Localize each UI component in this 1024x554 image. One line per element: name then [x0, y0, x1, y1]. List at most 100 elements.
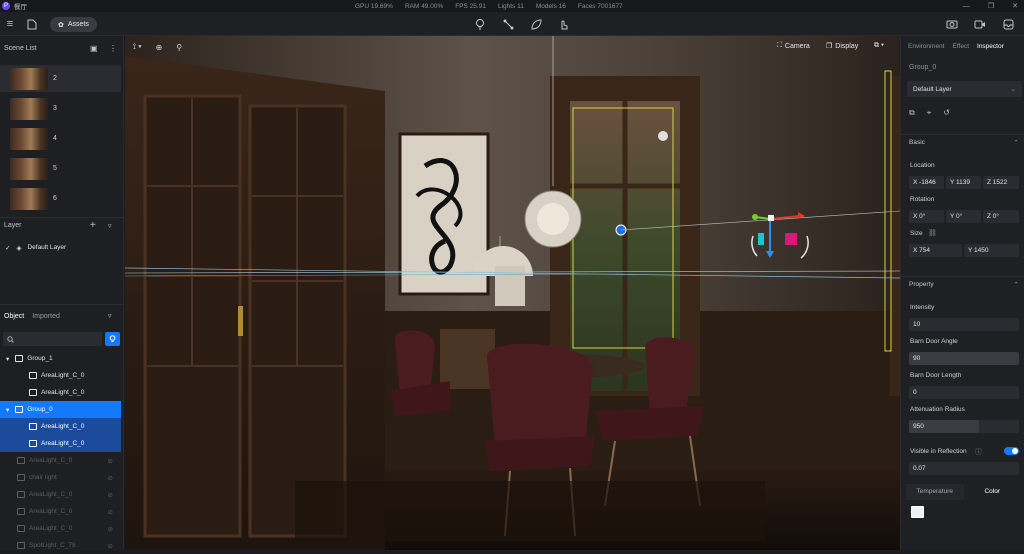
attenuation-value: 950 [913, 423, 924, 430]
reset-icon[interactable]: ↺ [943, 108, 950, 118]
tree-row[interactable]: AreaLight_C_0 ⊘ [0, 486, 121, 503]
copy-icon[interactable]: ⧉ [909, 108, 915, 118]
scene-item[interactable]: 2 [0, 65, 121, 92]
pointer-icon[interactable] [556, 16, 572, 32]
tab-environment[interactable]: Environment [908, 43, 945, 50]
tree-row[interactable]: AreaLight_C_0 ⊘ [0, 503, 121, 520]
menu-icon[interactable]: ≡ [2, 16, 18, 32]
tree-row[interactable]: AreaLight_C_0 [0, 418, 121, 435]
layer-select[interactable]: Default Layer ⌄ [907, 81, 1022, 97]
assets-button[interactable]: ✿ Assets [50, 17, 97, 32]
scene-item[interactable]: 5 [0, 155, 121, 182]
performance-stats: GPU 19.69% RAM 49.00% FPS 25.91 Lights 1… [355, 0, 623, 12]
light-icon [17, 508, 25, 515]
visible-reflection-field[interactable]: 0.07 [909, 462, 1019, 475]
hidden-icon[interactable]: ⊘ [108, 457, 113, 465]
minimize-icon[interactable]: — [963, 3, 970, 10]
tab-temperature[interactable]: Temperature [906, 484, 964, 500]
tree-row-label: SpotLight_C_78 [29, 542, 76, 549]
tree-row[interactable]: AreaLight_C_0 [0, 384, 121, 401]
rotation-y-field[interactable]: Y 0° [946, 210, 981, 223]
hidden-icon[interactable]: ⊘ [108, 508, 113, 516]
focus-icon[interactable]: ⌖ [927, 108, 932, 118]
tree-row[interactable]: chair light ⊘ [0, 469, 121, 486]
scene-item[interactable]: 3 [0, 95, 121, 122]
inbox-icon[interactable] [1000, 16, 1016, 32]
display-button[interactable]: ❐ Display [826, 42, 858, 51]
scene-item[interactable]: 6 [0, 185, 121, 212]
location-x-field[interactable]: X -1846 [909, 176, 944, 189]
layer-header: Layer + ▿ [0, 217, 124, 233]
visible-reflection-toggle[interactable] [1004, 447, 1019, 455]
expand-caret-icon[interactable]: ▾ [6, 355, 9, 363]
camera-button[interactable]: ⛶ Camera [777, 42, 810, 50]
tab-object[interactable]: Object [4, 313, 24, 320]
light-icon [17, 525, 25, 532]
video-icon[interactable] [972, 16, 988, 32]
attenuation-field[interactable]: 950 [909, 420, 1019, 433]
scene-number: 6 [53, 195, 57, 202]
intensity-field[interactable]: 10 [909, 318, 1019, 331]
snap-icon[interactable]: ⚲ [176, 43, 182, 52]
leaf-icon[interactable] [528, 16, 544, 32]
search-icon [7, 335, 14, 343]
tree-row[interactable]: AreaLight_C_0 ⊘ [0, 452, 121, 469]
help-icon[interactable]: ⓘ [975, 447, 982, 457]
basic-section-header[interactable]: Basic ⌃ [901, 134, 1024, 150]
search-input[interactable] [3, 332, 102, 346]
tree-row[interactable]: AreaLight_C_0 [0, 435, 121, 452]
layer-item[interactable]: ✓ ◈ Default Layer [0, 239, 121, 256]
tree-row-label: AreaLight_C_0 [41, 389, 85, 396]
tab-color[interactable]: Color [963, 484, 1021, 500]
tree-group-row[interactable]: ▾ Group_0 [0, 401, 121, 418]
hidden-icon[interactable]: ⊘ [108, 474, 113, 482]
globe-icon[interactable]: ⊕ [156, 43, 163, 52]
light-icon [17, 474, 25, 481]
tree-row[interactable]: AreaLight_C_0 ⊘ [0, 520, 121, 537]
object-filter-icon[interactable]: ▿ [108, 312, 112, 320]
3d-viewport[interactable]: ⟟ ▾ ⊕ ⚲ ⛶ Camera ❐ Display ⧉ ▾ [125, 36, 900, 550]
hidden-icon[interactable]: ⊘ [108, 542, 113, 550]
hidden-icon[interactable]: ⊘ [108, 491, 113, 499]
expand-caret-icon[interactable]: ▾ [6, 406, 9, 414]
models-stat: Models 16 [535, 2, 566, 10]
color-swatch[interactable] [911, 506, 924, 518]
scene-add-icon[interactable]: ▣ [90, 44, 98, 53]
scene-item[interactable]: 4 [0, 125, 121, 152]
tree-row[interactable]: AreaLight_C_0 [0, 367, 121, 384]
property-section-header[interactable]: Property ⌃ [901, 276, 1024, 292]
path-icon[interactable] [500, 16, 516, 32]
maximize-icon[interactable]: ❐ [988, 2, 994, 10]
scene-render [125, 36, 900, 550]
object-name: Group_0 [909, 64, 937, 71]
tree-row[interactable]: SpotLight_C_78 ⊘ [0, 537, 121, 554]
rotation-x-field[interactable]: X 0° [909, 210, 944, 223]
bulb-icon[interactable] [472, 16, 488, 32]
close-icon[interactable]: ✕ [1012, 2, 1018, 10]
location-y-field[interactable]: Y 1139 [946, 176, 981, 189]
layers-icon: ◈ [16, 244, 22, 252]
light-filter-button[interactable] [105, 332, 120, 346]
rotation-z-field[interactable]: Z 0° [983, 210, 1019, 223]
size-x-field[interactable]: X 754 [909, 244, 962, 257]
tab-imported[interactable]: Imported [32, 313, 60, 320]
barn-length-field[interactable]: 0 [909, 386, 1019, 399]
scene-list-header: Scene List ▣ ⋮ [0, 40, 124, 56]
intensity-label: Intensity [910, 304, 935, 311]
add-layer-icon[interactable]: + [90, 220, 96, 231]
screenshot-icon[interactable] [944, 16, 960, 32]
view-settings-icon[interactable]: ⧉ ▾ [874, 42, 884, 50]
layer-filter-icon[interactable]: ▿ [108, 222, 112, 230]
hidden-icon[interactable]: ⊘ [108, 525, 113, 533]
location-z-field[interactable]: Z 1522 [983, 176, 1019, 189]
new-file-icon[interactable] [24, 16, 40, 32]
unlink-icon[interactable]: ⛓ [928, 229, 937, 237]
size-y-field[interactable]: Y 1450 [964, 244, 1019, 257]
more-vertical-icon[interactable]: ⋮ [109, 44, 117, 53]
barn-angle-field[interactable]: 90 [909, 352, 1019, 365]
tab-effect[interactable]: Effect [953, 43, 970, 50]
tree-row-label: AreaLight_C_0 [29, 525, 73, 532]
tree-group-row[interactable]: ▾ Group_1 [0, 350, 121, 367]
tab-inspector[interactable]: Inspector [977, 43, 1004, 50]
transform-mode-icon[interactable]: ⟟ ▾ [133, 42, 142, 52]
